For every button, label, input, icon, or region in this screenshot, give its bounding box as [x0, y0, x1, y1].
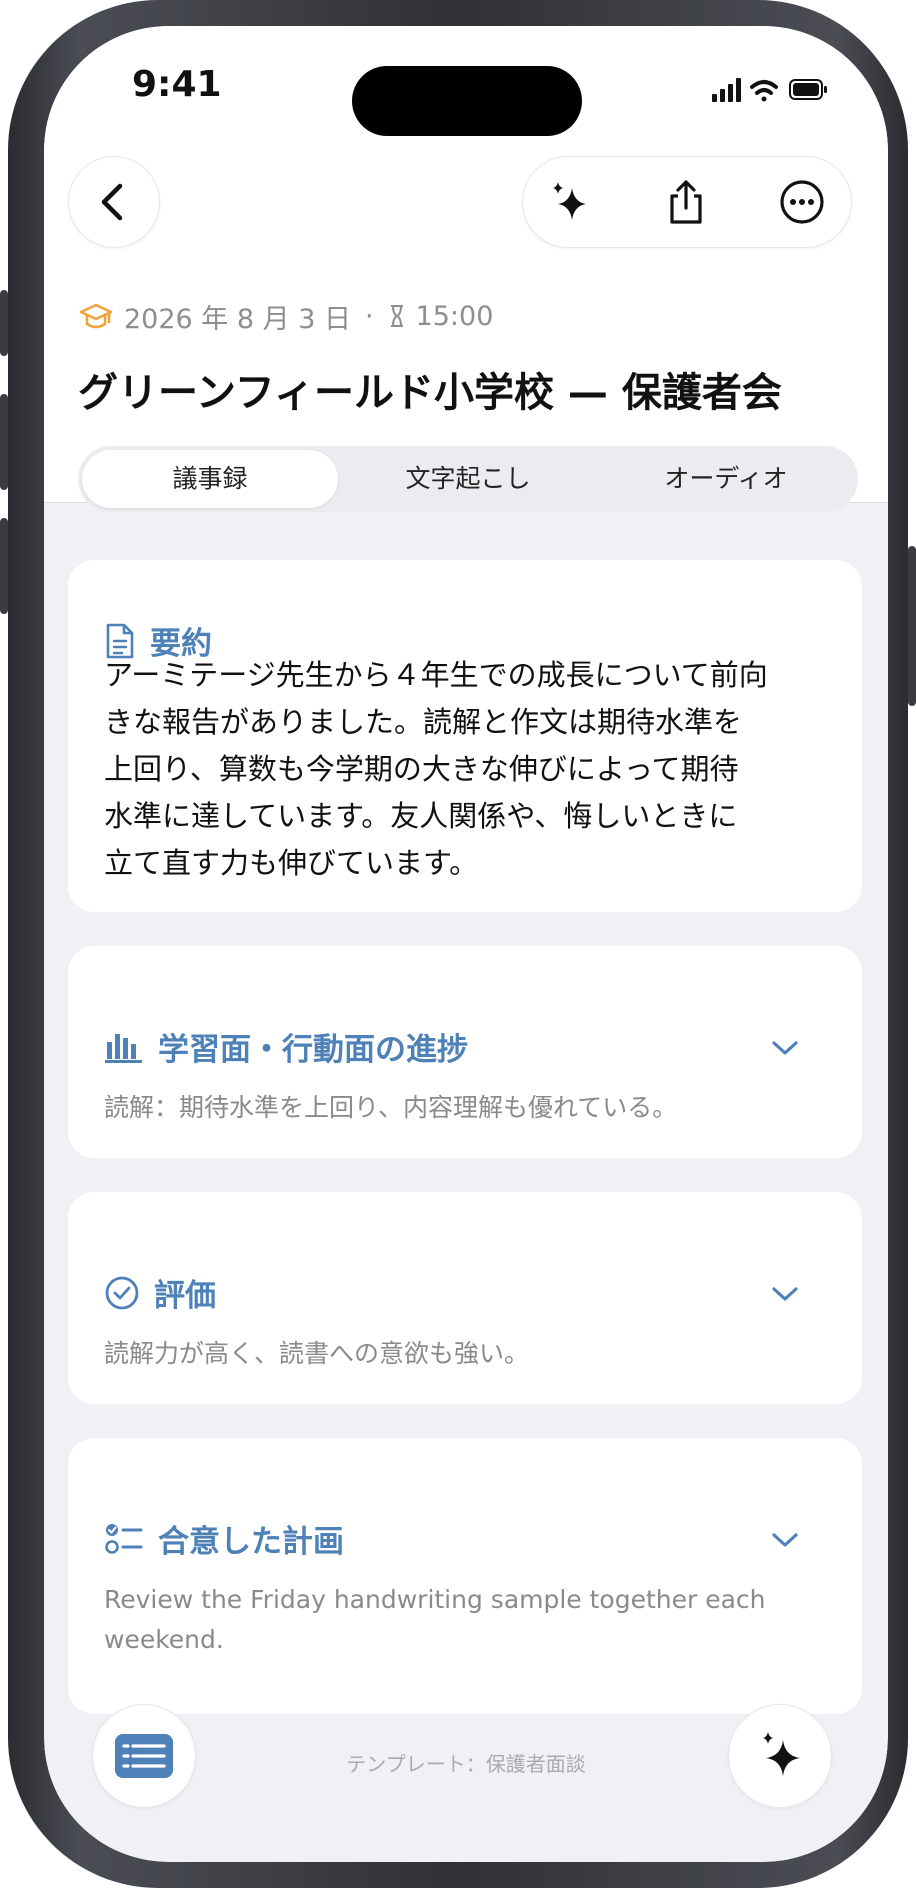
- header: 9:41 2026 年 8 月 3 日 · 15:00 グリーンフィールド小学校…: [44, 26, 888, 503]
- section-preview: Review the Friday handwriting sample tog…: [104, 1585, 766, 1654]
- graduation-cap-icon: [79, 303, 113, 329]
- screen: 9:41 2026 年 8 月 3 日 · 15:00 グリーンフィールド小学校…: [44, 26, 888, 1862]
- summary-line: 水準に達しています。友人関係や、悔しいときに: [104, 799, 738, 833]
- bar-chart-icon: [105, 1033, 142, 1063]
- page-title: グリーンフィールド小学校 — 保護者会: [78, 370, 782, 416]
- section-preview: 読解力が高く、読書への意欲も強い。: [104, 1339, 530, 1368]
- ellipsis-circle-icon[interactable]: [778, 178, 826, 226]
- hourglass-icon: [390, 305, 403, 327]
- section-heading: 評価: [154, 1278, 216, 1314]
- section-card-progress[interactable]: 学習面・行動面の進捗 読解：期待水準を上回り、内容理解も優れている。: [68, 946, 862, 1158]
- signal-icon: [712, 78, 741, 102]
- section-header: 学習面・行動面の進捗: [104, 1024, 468, 1069]
- status-time: 9:41: [132, 64, 222, 105]
- meeting-date: 2026 年 8 月 3 日: [124, 303, 351, 335]
- tab-audio[interactable]: オーディオ: [598, 450, 854, 508]
- section-header: 評価: [104, 1270, 216, 1315]
- back-button[interactable]: [68, 156, 160, 248]
- status-icons: [712, 72, 832, 108]
- share-icon[interactable]: [662, 178, 710, 226]
- summary-card: 要約 アーミテージ先生から４年生での成長について前向 きな報告がありました。読解…: [68, 560, 862, 912]
- summary-line: アーミテージ先生から４年生での成長について前向: [104, 658, 768, 692]
- summary-body: アーミテージ先生から４年生での成長について前向 きな報告がありました。読解と作文…: [104, 652, 834, 887]
- sparkles-icon[interactable]: [546, 178, 594, 226]
- toolbar-actions: [522, 156, 852, 248]
- meeting-time: 15:00: [415, 300, 494, 332]
- tab-bar: 議事録 文字起こし オーディオ: [78, 446, 858, 512]
- section-card-plan[interactable]: 合意した計画 Review the Friday handwriting sam…: [68, 1438, 862, 1714]
- sparkles-icon: [763, 1732, 800, 1776]
- status-indicators: [712, 78, 827, 102]
- phone-frame: 9:41 2026 年 8 月 3 日 · 15:00 グリーンフィールド小学校…: [0, 0, 916, 1888]
- summary-line: 立て直す力も伸びています。: [104, 846, 479, 880]
- chevron-down-icon[interactable]: [770, 1284, 800, 1304]
- ai-assist-button[interactable]: [728, 1704, 832, 1808]
- section-header: 合意した計画: [104, 1516, 344, 1561]
- summary-line: 上回り、算数も今学期の大きな伸びによって期待: [104, 752, 739, 786]
- app-display: 9:41 2026 年 8 月 3 日 · 15:00 グリーンフィールド小学校…: [44, 26, 888, 1862]
- section-heading: 合意した計画: [158, 1524, 344, 1560]
- checklist-icon: [105, 1523, 143, 1554]
- outline-button[interactable]: [92, 1704, 196, 1808]
- meeting-meta: 2026 年 8 月 3 日 · 15:00: [78, 296, 493, 336]
- chevron-down-icon[interactable]: [770, 1530, 800, 1550]
- tab-transcript[interactable]: 文字起こし: [340, 450, 596, 508]
- chevron-down-icon[interactable]: [770, 1038, 800, 1058]
- check-circle-icon: [105, 1276, 139, 1309]
- list-icon: [115, 1734, 173, 1778]
- tab-minutes[interactable]: 議事録: [82, 450, 338, 508]
- chevron-left-icon: [101, 183, 123, 221]
- volume-down-button: [0, 518, 8, 614]
- summary-line: きな報告がありました。読解と作文は期待水準を: [104, 705, 743, 739]
- meta-separator: ·: [364, 300, 374, 332]
- battery-icon: [789, 79, 827, 100]
- dynamic-island: [352, 66, 582, 136]
- section-preview: 読解：期待水準を上回り、内容理解も優れている。: [104, 1093, 678, 1122]
- power-button: [908, 546, 916, 706]
- section-card-evaluation[interactable]: 評価 読解力が高く、読書への意欲も強い。: [68, 1192, 862, 1404]
- section-heading: 学習面・行動面の進捗: [158, 1032, 468, 1068]
- wifi-icon: [750, 80, 778, 102]
- action-button: [0, 290, 8, 356]
- volume-up-button: [0, 394, 8, 490]
